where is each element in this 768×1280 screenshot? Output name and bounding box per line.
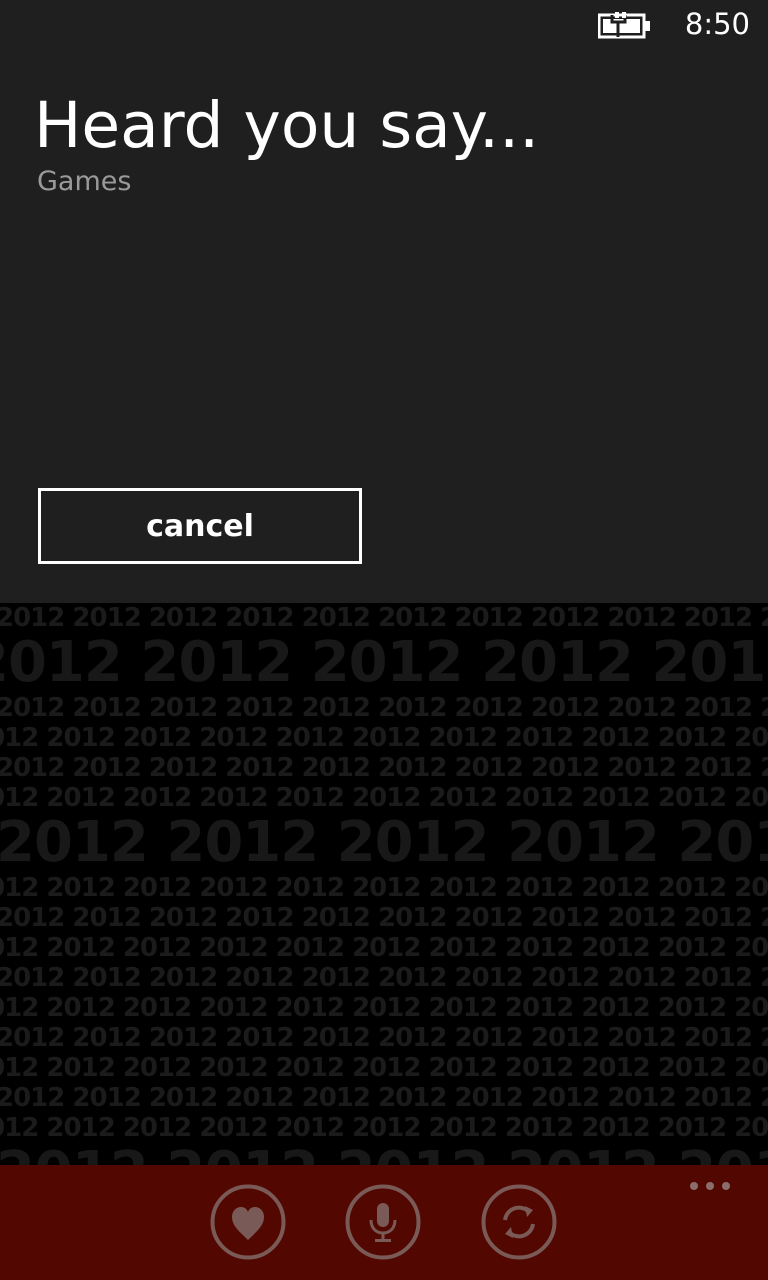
screen: 2012 2012 2012 2012 2012 2012 2012 2012 … — [0, 0, 768, 1280]
dialog-title: Heard you say... — [34, 89, 540, 162]
app-bar — [0, 1165, 768, 1280]
background-pattern: 2012 2012 2012 2012 2012 2012 2012 2012 … — [0, 603, 768, 1165]
pattern-row: 2012 2012 2012 2012 2012 2012 2012 2012 … — [0, 1053, 768, 1083]
pattern-row: 2012 2012 2012 2012 2012 2012 — [0, 630, 768, 695]
pattern-row: 2012 2012 2012 2012 2012 2012 2012 2012 … — [0, 993, 768, 1023]
more-dots-icon[interactable] — [688, 1179, 732, 1193]
pattern-row: 2012 2012 2012 2012 2012 2012 2012 2012 … — [0, 753, 768, 783]
pattern-row: 2012 2012 2012 2012 2012 2012 2012 2012 … — [0, 603, 768, 633]
pattern-row: 2012 2012 2012 2012 2012 2012 — [0, 810, 768, 875]
battery-charging-icon — [598, 12, 650, 39]
pattern-row: 2012 2012 2012 2012 2012 2012 2012 2012 … — [0, 933, 768, 963]
pattern-row: 2012 2012 2012 2012 2012 2012 2012 2012 … — [0, 723, 768, 753]
pattern-row: 2012 2012 2012 2012 2012 2012 2012 2012 … — [0, 873, 768, 903]
microphone-icon[interactable] — [345, 1184, 421, 1260]
pattern-row: 2012 2012 2012 2012 2012 2012 2012 2012 … — [0, 1113, 768, 1143]
speech-dialog: 8:50 Heard you say... Games cancel — [0, 0, 768, 603]
pattern-row: 2012 2012 2012 2012 2012 2012 2012 2012 … — [0, 783, 768, 813]
pattern-row: 2012 2012 2012 2012 2012 2012 2012 2012 … — [0, 903, 768, 933]
pattern-row: 2012 2012 2012 2012 2012 2012 2012 2012 … — [0, 693, 768, 723]
status-time: 8:50 — [684, 7, 750, 41]
recognized-text: Games — [37, 166, 132, 197]
pattern-row: 2012 2012 2012 2012 2012 2012 — [0, 1143, 768, 1166]
pattern-row: 2012 2012 2012 2012 2012 2012 2012 2012 … — [0, 1023, 768, 1053]
sync-icon[interactable] — [481, 1184, 557, 1260]
heart-icon[interactable] — [210, 1184, 286, 1260]
cancel-button[interactable]: cancel — [38, 488, 362, 564]
pattern-row: 2012 2012 2012 2012 2012 2012 2012 2012 … — [0, 1083, 768, 1113]
pattern-row: 2012 2012 2012 2012 2012 2012 2012 2012 … — [0, 963, 768, 993]
